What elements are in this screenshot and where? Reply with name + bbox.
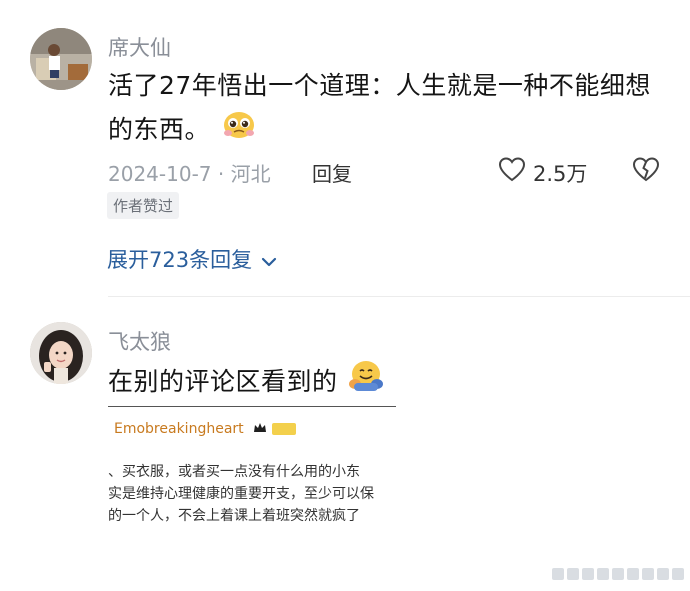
avatar[interactable]	[30, 322, 92, 384]
comment-text-line-2: 的东西。	[108, 106, 256, 155]
comment-divider	[108, 296, 690, 297]
watermark-icon	[552, 566, 684, 586]
like-count: 2.5万	[533, 162, 588, 186]
level-badge	[271, 422, 296, 435]
comment-text-line-1: 活了27年悟出一个道理：人生就是一种不能细想	[108, 71, 651, 100]
pleading-face-icon	[222, 107, 256, 155]
avatar-image	[30, 28, 92, 90]
comment-text-line-1: 在别的评论区看到的	[108, 358, 384, 407]
comment-username[interactable]: 席大仙	[108, 32, 171, 62]
heart-icon[interactable]	[498, 156, 526, 182]
embedded-text-line-3: 的一个人，不会上着课上着班突然就疯了	[108, 508, 360, 524]
expand-replies-label: 展开723条回复	[107, 248, 253, 272]
embedded-username-row: Emobreakingheart	[114, 418, 296, 438]
hugging-face-icon	[348, 359, 384, 407]
embedded-text-line-1: 、买衣服，或者买一点没有什么用的小东	[108, 464, 360, 480]
embedded-username: Emobreakingheart	[114, 421, 244, 437]
avatar-image	[30, 322, 92, 384]
embedded-text-line-2: 实是维持心理健康的重要开支，至少可以保	[108, 486, 374, 502]
embedded-screenshot[interactable]: Emobreakingheart 、买衣服，或者买一点没有什么用的小东 实是维持…	[108, 406, 396, 591]
avatar[interactable]	[30, 28, 92, 90]
comment-text: 的东西。	[108, 115, 211, 144]
comment-date-location: 2024-10-7 · 河北	[108, 162, 271, 186]
dislike-heart-icon[interactable]	[632, 156, 660, 182]
expand-replies-link[interactable]: 展开723条回复	[107, 244, 277, 274]
crown-icon	[253, 419, 267, 438]
comment-text: 在别的评论区看到的	[108, 367, 338, 396]
reply-button[interactable]: 回复	[312, 158, 352, 187]
chevron-down-icon	[261, 249, 277, 273]
author-liked-badge: 作者赞过	[107, 192, 180, 219]
comment-username[interactable]: 飞太狼	[108, 326, 171, 356]
